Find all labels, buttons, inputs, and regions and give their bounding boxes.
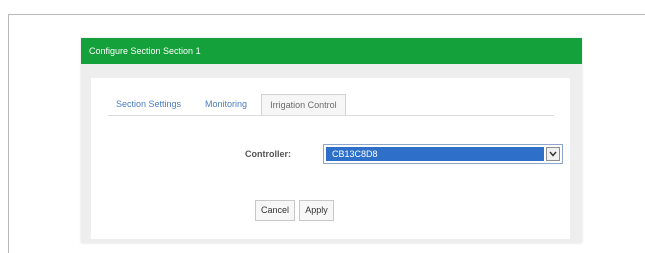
- tab-bar: Section Settings Monitoring Irrigation C…: [108, 94, 346, 115]
- dialog-title: Configure Section Section 1: [89, 46, 201, 56]
- dialog-body: Section Settings Monitoring Irrigation C…: [91, 78, 570, 239]
- frame-left-border: [8, 14, 9, 253]
- frame-top-border: [8, 14, 645, 15]
- chevron-down-icon: [549, 151, 557, 157]
- tab-section-settings[interactable]: Section Settings: [108, 94, 189, 115]
- configure-section-dialog: Configure Section Section 1 Section Sett…: [81, 38, 582, 243]
- tab-spacer: [189, 94, 197, 115]
- cancel-button[interactable]: Cancel: [255, 200, 295, 221]
- dialog-header: Configure Section Section 1: [81, 38, 582, 64]
- dropdown-button[interactable]: [546, 147, 560, 161]
- page: Configure Section Section 1 Section Sett…: [0, 0, 645, 253]
- controller-selected-value: CB13C8D8: [326, 147, 544, 161]
- apply-button[interactable]: Apply: [299, 200, 334, 221]
- tab-monitoring[interactable]: Monitoring: [197, 94, 255, 115]
- controller-label: Controller:: [245, 149, 291, 159]
- tab-divider: [108, 115, 554, 116]
- controller-select[interactable]: CB13C8D8: [323, 144, 563, 164]
- tab-irrigation-control[interactable]: Irrigation Control: [261, 94, 346, 115]
